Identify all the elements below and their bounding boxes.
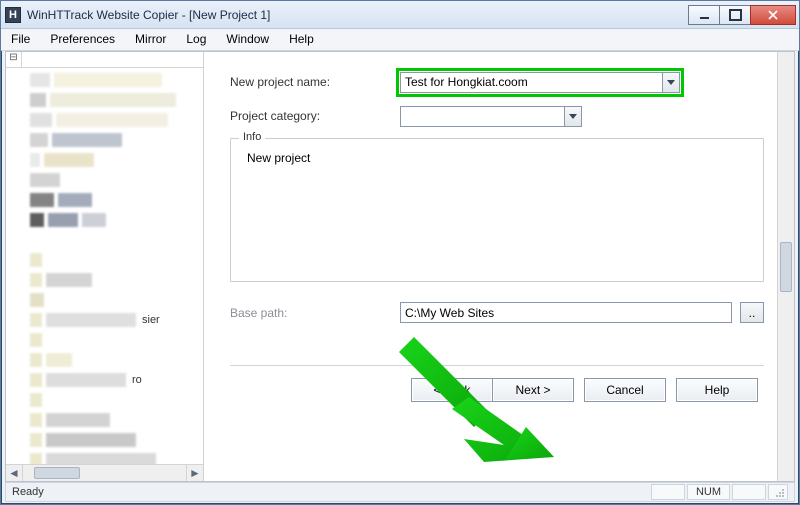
close-icon (768, 10, 778, 20)
cancel-button[interactable]: Cancel (584, 378, 666, 402)
scroll-right-icon[interactable]: ► (186, 465, 203, 481)
menu-preferences[interactable]: Preferences (40, 29, 125, 50)
project-category-label: Project category: (230, 109, 400, 123)
next-button[interactable]: Next > (492, 378, 574, 402)
scroll-thumb[interactable] (34, 467, 80, 479)
menu-help[interactable]: Help (279, 29, 324, 50)
resize-grip[interactable] (768, 484, 788, 500)
tree-panel: ⊟ sier (6, 52, 204, 481)
status-cell-empty (651, 484, 685, 500)
scroll-thumb[interactable] (780, 242, 792, 292)
app-window: H WinHTTrack Website Copier - [New Proje… (0, 0, 800, 505)
back-button[interactable]: < Back (411, 378, 493, 402)
project-name-combobox[interactable] (400, 72, 680, 93)
project-name-field-highlight (400, 72, 680, 93)
menu-mirror[interactable]: Mirror (125, 29, 176, 50)
project-name-dropdown-button[interactable] (662, 73, 679, 92)
window-title: WinHTTrack Website Copier - [New Project… (27, 8, 270, 22)
titlebar: H WinHTTrack Website Copier - [New Proje… (1, 1, 799, 29)
project-name-label: New project name: (230, 75, 400, 89)
browse-button[interactable]: .. (740, 302, 764, 323)
project-category-input[interactable] (401, 107, 564, 126)
project-category-dropdown-button[interactable] (564, 107, 581, 126)
menu-file[interactable]: File (1, 29, 40, 50)
status-cell-empty (732, 484, 766, 500)
close-button[interactable] (750, 5, 796, 25)
base-path-input[interactable] (400, 302, 732, 323)
status-bar: Ready NUM (5, 482, 795, 502)
tree-item-label: ro (132, 374, 142, 386)
tree-item-label: sier (142, 314, 160, 326)
app-icon: H (5, 7, 21, 23)
help-button[interactable]: Help (676, 378, 758, 402)
form-panel: New project name: Project category: (204, 52, 794, 481)
status-text: Ready (12, 486, 44, 498)
menu-window[interactable]: Window (216, 29, 279, 50)
chevron-down-icon (569, 114, 577, 119)
tree-collapse-toggle[interactable]: ⊟ (6, 52, 22, 67)
menubar: File Preferences Mirror Log Window Help (1, 29, 799, 51)
separator (230, 365, 764, 366)
project-category-combobox[interactable] (400, 106, 582, 127)
status-numlock: NUM (687, 484, 730, 500)
chevron-down-icon (667, 80, 675, 85)
menu-log[interactable]: Log (176, 29, 216, 50)
base-path-label: Base path: (230, 306, 400, 320)
window-vertical-scrollbar[interactable] (777, 52, 794, 481)
resize-grip-icon (773, 486, 785, 498)
info-groupbox: New project (230, 138, 764, 282)
project-name-input[interactable] (401, 73, 662, 92)
client-area: ⊟ sier (5, 51, 795, 482)
tree-body[interactable]: sier ro (6, 68, 203, 464)
tree-header: ⊟ (6, 52, 203, 68)
maximize-button[interactable] (719, 5, 751, 25)
tree-horizontal-scrollbar[interactable]: ◄ ► (6, 464, 203, 481)
minimize-button[interactable] (688, 5, 720, 25)
wizard-nav: < Back Next > Cancel Help (230, 378, 764, 402)
info-text: New project (247, 151, 747, 165)
scroll-left-icon[interactable]: ◄ (6, 465, 23, 481)
